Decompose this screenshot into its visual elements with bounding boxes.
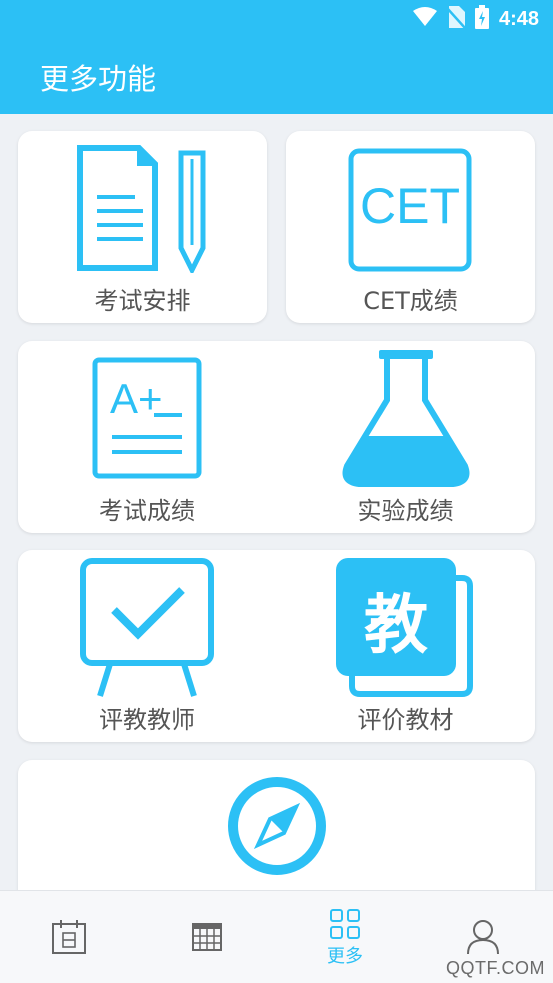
tab-timetable[interactable] bbox=[138, 891, 276, 983]
person-icon bbox=[467, 919, 499, 954]
evaluation-card: 评教教师 教 评价教材 bbox=[18, 550, 535, 742]
tab-calendar[interactable] bbox=[0, 891, 138, 983]
watermark: QQTF.COM bbox=[446, 958, 545, 978]
cet-icon-text: CET bbox=[360, 178, 460, 234]
page-title: 更多功能 bbox=[40, 62, 157, 96]
calendar-icon bbox=[52, 919, 86, 954]
grid-icon bbox=[330, 908, 360, 939]
app-bar: 更多功能 bbox=[0, 38, 553, 114]
evaluate-teacher-tile[interactable]: 评教教师 bbox=[18, 550, 276, 742]
wifi-icon bbox=[412, 6, 437, 32]
textbook-icon-text: 教 bbox=[364, 589, 428, 663]
no-sim-icon bbox=[446, 5, 466, 33]
exam-grade-tile[interactable]: A+ 考试成绩 bbox=[18, 341, 276, 533]
flask-icon bbox=[342, 350, 470, 487]
compass-card[interactable] bbox=[18, 760, 535, 910]
lab-grade-tile[interactable]: 实验成绩 bbox=[276, 341, 535, 533]
tab-label-more: 更多 bbox=[327, 945, 363, 967]
status-time: 4:48 bbox=[498, 7, 539, 30]
evaluate-textbook-tile[interactable]: 教 评价教材 bbox=[276, 550, 535, 742]
exam-schedule-card[interactable]: 考试安排 bbox=[18, 131, 267, 323]
battery-charging-icon bbox=[474, 4, 489, 34]
tile-label: 考试成绩 bbox=[99, 497, 195, 525]
tile-label: 考试安排 bbox=[94, 287, 191, 315]
tile-label: 评教教师 bbox=[99, 706, 195, 734]
bottom-tab-bar: 更多 QQTF.COM bbox=[0, 890, 553, 983]
compass-icon bbox=[228, 777, 326, 875]
grades-card: A+ 考试成绩 实验成绩 bbox=[18, 341, 535, 533]
tile-label: CET成绩 bbox=[363, 287, 458, 315]
cet-grade-card[interactable]: CET CET成绩 bbox=[286, 131, 535, 323]
checkmark-board-icon bbox=[80, 558, 214, 697]
tab-more[interactable]: 更多 bbox=[276, 891, 414, 983]
tile-label: 评价教材 bbox=[357, 706, 454, 734]
exam-grade-icon-text: A+ bbox=[110, 375, 163, 422]
exam-schedule-icon bbox=[77, 145, 206, 273]
timetable-icon bbox=[192, 922, 222, 951]
status-bar: 4:48 bbox=[0, 0, 553, 38]
tile-label: 实验成绩 bbox=[357, 497, 454, 525]
